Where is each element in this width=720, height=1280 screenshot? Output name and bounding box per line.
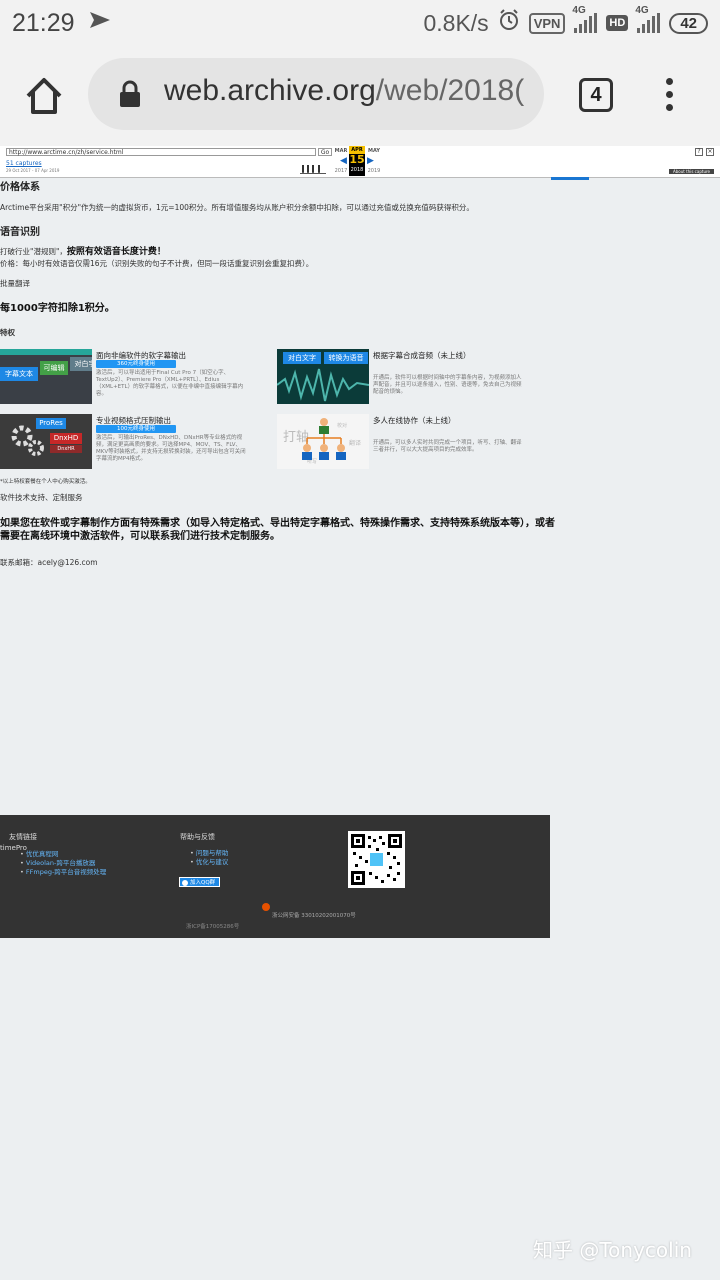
custom-label: 软件技术支持、定制服务: [0, 493, 83, 502]
feature-desc: 激活后，可以导出适用于Final Cut Pro 7（如空心字、TextUp2）…: [96, 370, 244, 397]
browser-toolbar: web.archive.org/web/2018( 4: [0, 46, 720, 146]
pricing-text: Arctime平台采用"积分"作为统一的虚拟货币，1元=100积分。所有增值服务…: [0, 203, 474, 212]
wayback-go-button[interactable]: Go: [318, 148, 332, 156]
site-footer: 友情链接 timePro 优优真程网 Videolan-跨平台播放器 FFmpe…: [0, 815, 550, 938]
status-time: 21:29: [12, 8, 75, 37]
friend-links: 优优真程网 Videolan-跨平台播放器 FFmpeg-跨平台音视频处理: [20, 850, 106, 877]
team-icon: [302, 418, 346, 460]
speech-price: 价格：每小时有效语音仅需16元（识别失败的句子不计费，但同一段话重复识别会重复扣…: [0, 259, 314, 268]
feature-soft-subtitle: 字幕文本 可编辑 对白字 面向非编软件的软字幕输出 360元终身使用 激活后，可…: [0, 349, 275, 409]
feature-voice-synthesis: 对白文字 转换为语音 根据字幕合成音频（未上线） 开通后，软件可以根据时间轴中的…: [277, 349, 552, 409]
contact-email[interactable]: 联系邮箱：acely@126.com: [0, 558, 98, 568]
feature-desc: 激活后，可输出ProRes、DNxHD、DNxHR等专业格式的视频，满足更高画质…: [96, 435, 246, 462]
hd-badge: HD: [606, 15, 629, 31]
friend-link[interactable]: FFmpeg-跨平台音视频处理: [26, 868, 106, 876]
police-badge-icon: [262, 903, 270, 911]
month-prev[interactable]: MAR: [333, 148, 349, 154]
signal-icon: 4G: [572, 5, 598, 33]
icp-record[interactable]: 浙ICP备17005286号: [186, 922, 239, 930]
help-link[interactable]: 问题与帮助: [196, 849, 229, 857]
year-next[interactable]: 2019: [366, 168, 382, 174]
prev-capture-arrow[interactable]: ◀: [340, 156, 347, 166]
capture-sparkline[interactable]: [300, 160, 326, 174]
friend-links-title: 友情链接: [9, 833, 37, 841]
battery-icon: 42: [669, 12, 708, 34]
friend-link[interactable]: Videolan-跨平台播放器: [26, 859, 95, 867]
batch-price: 每1000字符扣除1积分。: [0, 303, 115, 314]
feature-image: 对白文字 转换为语音: [277, 349, 369, 404]
signal-icon-2: 4G: [635, 5, 661, 33]
feature-price-tag[interactable]: 100元终身使用: [96, 425, 176, 433]
captures-link[interactable]: 51 captures: [6, 160, 42, 167]
wayback-tools: ? ×: [695, 148, 714, 156]
qq-icon: [182, 879, 188, 886]
help-link[interactable]: 优化与建议: [196, 858, 229, 866]
close-icon[interactable]: ×: [706, 148, 714, 156]
help-title: 帮助与反馈: [180, 833, 215, 841]
nav-active-indicator: [551, 177, 589, 180]
send-icon: [89, 10, 111, 36]
status-bar: 21:29 0.8K/s VPN 4G HD 4G 42: [0, 0, 720, 46]
feature-collaboration: 打轴 听写 翻译 校对 多人在线协作（未上线） 开通后，可以多人实时共同完成一个…: [277, 414, 552, 474]
vpn-badge: VPN: [528, 12, 566, 34]
zhihu-watermark: 知乎 @Tonycolin: [533, 1238, 692, 1262]
feature-title: 多人在线协作（未上线）: [373, 416, 456, 425]
url-host: web.archive.org: [164, 74, 376, 107]
overflow-menu-button[interactable]: [664, 78, 674, 112]
wayback-toolbar: http://www.arctime.cn/zh/service.html Go…: [0, 146, 720, 178]
signal-label-2: 4G: [635, 5, 649, 16]
current-capture-date: APR 15 2018: [349, 146, 365, 176]
next-capture-arrow[interactable]: ▶: [367, 156, 374, 166]
tab-switcher-button[interactable]: 4: [579, 78, 613, 112]
wayback-url-input[interactable]: http://www.arctime.cn/zh/service.html: [6, 148, 316, 156]
url-path: /web/2018(: [375, 74, 525, 107]
feature-image: 字幕文本 可编辑 对白字: [0, 349, 92, 404]
help-icon[interactable]: ?: [695, 148, 703, 156]
home-icon: [26, 78, 62, 114]
join-qq-button[interactable]: 加入QQ群: [179, 877, 221, 887]
signal-label: 4G: [572, 5, 586, 16]
police-record[interactable]: 浙公网安备 33010202001070号: [272, 911, 356, 919]
feature-image: ProRes DnxHD DnxHR: [0, 414, 92, 469]
pricing-title: 价格体系: [0, 182, 40, 193]
home-button[interactable]: [22, 74, 66, 118]
friend-link[interactable]: 优优真程网: [26, 850, 59, 858]
url-text: web.archive.org/web/2018(: [164, 74, 524, 108]
feature-price-tag[interactable]: 360元终身使用: [96, 360, 176, 368]
net-speed: 0.8K/s: [423, 9, 489, 36]
qr-code: [348, 831, 405, 888]
feature-pro-export: ProRes DnxHD DnxHR 专业视频格式压制输出 100元终身使用 激…: [0, 414, 275, 474]
year-prev[interactable]: 2017: [333, 168, 349, 174]
personal-note: *以上特权套餐在个人中心购买激活。: [0, 479, 91, 485]
about-capture-link[interactable]: About this capture: [669, 169, 714, 174]
feature-desc: 开通后，软件可以根据时间轴中的字幕条内容，为视频添加人声配音，并且可以逐条插入，…: [373, 375, 522, 395]
feature-title: 根据字幕合成音频（未上线）: [373, 351, 471, 360]
feature-desc: 开通后，可以多人实时共同完成一个项目，听写、打轴、翻译三者并行，可以大大提高项目…: [373, 440, 522, 453]
feature-image: 打轴 听写 翻译 校对: [277, 414, 369, 469]
speech-title: 语音识别: [0, 227, 40, 238]
speech-line1: 打破行业"潜规则"，按照有效语音长度计费！: [0, 247, 166, 257]
privilege-label: 特权: [0, 328, 15, 337]
batch-label: 批量翻译: [0, 279, 30, 288]
help-links: 问题与帮助 优化与建议: [190, 849, 229, 867]
address-bar[interactable]: web.archive.org/web/2018(: [88, 58, 544, 130]
lock-icon: [118, 80, 142, 108]
custom-text: 如果您在软件或字幕制作方面有特殊需求（如导入特定格式、导出特定字幕格式、特殊操作…: [0, 518, 555, 542]
capture-range: 29 Oct 2017 - 07 Apr 2019: [6, 168, 60, 173]
month-next[interactable]: MAY: [366, 148, 382, 154]
alarm-icon: [498, 9, 520, 37]
